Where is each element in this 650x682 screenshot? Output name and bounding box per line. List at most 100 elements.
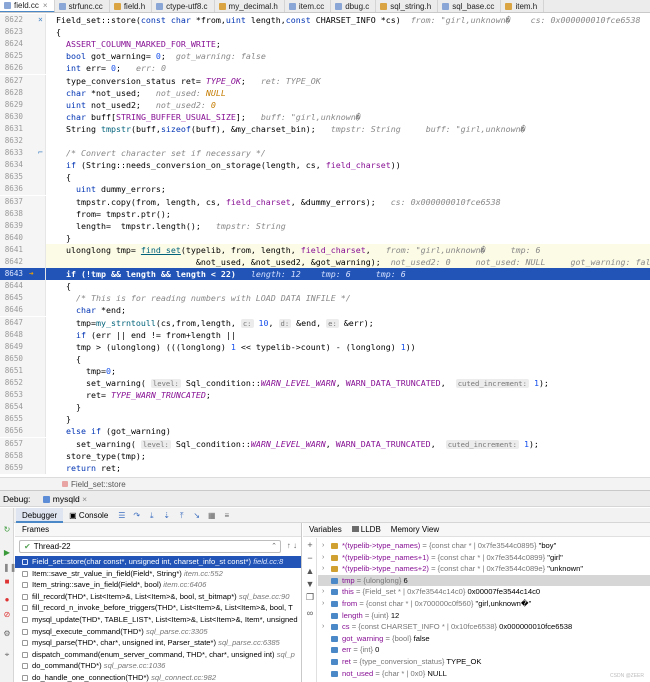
code-line[interactable]: 8655 } — [0, 413, 650, 426]
evaluate-expression-icon[interactable]: ▦ — [207, 511, 216, 520]
force-step-into-icon[interactable]: ⇣ — [162, 511, 171, 520]
variable-row[interactable]: › *(typelib->type_names+2) = {const char … — [318, 563, 650, 575]
variable-row[interactable]: err = {int} 0 — [318, 644, 650, 656]
expand-chevron-icon[interactable]: › — [322, 586, 324, 598]
tab-field-cc[interactable]: field.cc × — [0, 0, 55, 12]
frame-nav-buttons[interactable]: ↑ ↓ — [287, 541, 297, 550]
lldb-tab[interactable]: LLDB — [351, 523, 381, 536]
memory-view-tab[interactable]: Memory View — [391, 523, 439, 536]
code-line[interactable]: 8648 if (err || end != from+length || — [0, 328, 650, 341]
tab-sql-base-cc[interactable]: sql_base.cc — [438, 0, 502, 12]
run-to-cursor-icon[interactable]: ↘ — [192, 511, 201, 520]
code-line[interactable]: 8646 char *end; — [0, 304, 650, 317]
code-line[interactable]: 8623 { — [0, 26, 650, 39]
rerun-icon[interactable]: ↻ — [3, 526, 11, 534]
code-line[interactable]: 8631 String tmpstr(buff,sizeof(buff), &m… — [0, 122, 650, 135]
code-line[interactable]: 8627 type_conversion_status ret= TYPE_OK… — [0, 74, 650, 87]
settings-icon[interactable]: ⚙ — [3, 630, 11, 638]
settings-list-icon[interactable]: ≡ — [222, 511, 231, 520]
expand-chevron-icon[interactable]: › — [322, 552, 324, 564]
tab-my-decimal-h[interactable]: my_decimal.h — [215, 0, 285, 12]
tab-dbug-c[interactable]: dbug.c — [331, 0, 377, 12]
tab-console[interactable]: ▣ Console — [63, 508, 114, 523]
code-line[interactable]: 8634 if (String::needs_conversion_on_sto… — [0, 159, 650, 172]
tab-item-cc[interactable]: item.cc — [285, 0, 332, 12]
code-line[interactable]: 8658 store_type(tmp); — [0, 449, 650, 462]
step-into-icon[interactable]: ⤓ — [147, 511, 156, 520]
code-line[interactable]: 8649 tmp > (ulonglong) (((longlong) 1 <<… — [0, 340, 650, 353]
code-line[interactable]: 8632 — [0, 135, 650, 148]
variable-row[interactable]: › *(typelib->type_names) = {const char * … — [318, 540, 650, 552]
expand-chevron-icon[interactable]: › — [322, 540, 324, 552]
show-execution-point-icon[interactable]: ☰ — [117, 511, 126, 520]
code-line[interactable]: 8629 uint not_used2; not_used2: 0 — [0, 98, 650, 111]
code-line[interactable]: 8637 tmpstr.copy(from, length, cs, field… — [0, 195, 650, 208]
stack-frame[interactable]: mysql_parse(THD*, char*, unsigned int, P… — [15, 637, 301, 649]
variable-row[interactable]: › cs = {const CHARSET_INFO * | 0x10fce653… — [318, 621, 650, 633]
copy-icon[interactable]: ❐ — [305, 592, 315, 603]
step-over-icon[interactable]: ↷ — [132, 511, 141, 520]
code-line[interactable]: 8640 } — [0, 231, 650, 244]
code-line[interactable]: 8628 char *not_used; not_used: NULL — [0, 86, 650, 99]
pin-icon[interactable]: ⌖ — [3, 651, 11, 659]
move-up-icon[interactable]: ▲ — [305, 566, 315, 576]
code-line[interactable]: 8656 else if (got_warning) — [0, 425, 650, 438]
code-line[interactable]: 8639 length= tmpstr.length(); tmpstr: St… — [0, 219, 650, 232]
code-line[interactable]: 8659 return ret; — [0, 461, 650, 474]
code-line[interactable]: 8635 { — [0, 171, 650, 184]
gutter-mark-icon[interactable]: ⌐ — [38, 147, 43, 159]
variable-row[interactable]: not_used = {char * | 0x0} NULL — [318, 668, 650, 680]
code-line[interactable]: 8654 } — [0, 401, 650, 414]
variable-row[interactable]: length = {uint} 12 — [318, 610, 650, 622]
code-line[interactable]: 8642 &not_used, &not_used2, &got_warning… — [0, 256, 650, 269]
expand-chevron-icon[interactable]: › — [322, 598, 324, 610]
stack-frame[interactable]: do_command(THD*) sql_parse.cc:1036 — [15, 660, 301, 672]
code-line[interactable]: 8650 { — [0, 352, 650, 365]
code-editor[interactable]: 8622 × Field_set::store(const char *from,u… — [0, 14, 650, 476]
stack-frame[interactable]: fill_record(THD*, List<Item>&, List<Item… — [15, 591, 301, 603]
code-line[interactable]: 8645 /* This is for reading numbers with… — [0, 292, 650, 305]
resume-icon[interactable]: ▶ — [3, 549, 11, 557]
code-line[interactable]: 8638 from= tmpstr.ptr(); — [0, 207, 650, 220]
expand-chevron-icon[interactable]: › — [322, 563, 324, 575]
tab-ctype-utf8-c[interactable]: ctype-utf8.c — [152, 0, 215, 12]
add-watch-icon[interactable]: + — [305, 540, 315, 550]
stack-frame[interactable]: mysql_update(THD*, TABLE_LIST*, List<Ite… — [15, 614, 301, 626]
move-down-icon[interactable]: ▼ — [305, 579, 315, 589]
tab-debugger[interactable]: Debugger — [16, 507, 64, 523]
step-out-icon[interactable]: ⤒ — [177, 511, 186, 520]
close-icon[interactable]: × — [43, 1, 48, 10]
code-line[interactable]: 8652 set_warning( level: Sql_condition::… — [0, 377, 650, 390]
code-line[interactable]: 8653 ret= TYPE_WARN_TRUNCATED; — [0, 389, 650, 402]
breadcrumb[interactable]: Field_set::store — [0, 477, 650, 490]
code-line[interactable]: 8624 ASSERT_COLUMN_MARKED_FOR_WRITE; — [0, 38, 650, 51]
tab-strfunc-cc[interactable]: strfunc.cc — [55, 0, 110, 12]
stack-frame[interactable]: mysql_execute_command(THD*) sql_parse.cc… — [15, 626, 301, 638]
pause-icon[interactable]: ❚❚ — [3, 564, 16, 572]
code-line[interactable]: 8636 uint dummy_errors; — [0, 183, 650, 196]
mute-breakpoints-icon[interactable]: ⊘ — [3, 611, 11, 619]
stack-frame[interactable]: Field_set::store(char const*, unsigned i… — [15, 556, 301, 568]
view-breakpoints-icon[interactable]: ● — [3, 596, 11, 604]
code-line[interactable]: 8633 ⌐ /* Convert character set if necess… — [0, 147, 650, 160]
variable-row[interactable]: › *(typelib->type_names+1) = {const char … — [318, 552, 650, 564]
code-line[interactable]: 8657 set_warning( level: Sql_condition::… — [0, 437, 650, 450]
stack-frame[interactable]: Item_string::save_in_field(Field*, bool)… — [15, 579, 301, 591]
variable-row[interactable]: › this = {Field_set * | 0x7fe3544c14c0} 0… — [318, 586, 650, 598]
debug-session-tab[interactable]: mysqld × — [42, 494, 87, 504]
code-line[interactable]: 8641 ulonglong tmp= find_set(typelib, fr… — [0, 243, 650, 256]
code-line[interactable]: 8651 tmp=0; — [0, 364, 650, 377]
stop-icon[interactable]: ■ — [3, 578, 11, 586]
remove-watch-icon[interactable]: − — [305, 553, 315, 563]
variable-row[interactable]: tmp = {ulonglong} 6 — [318, 574, 650, 587]
variable-row[interactable]: › from = {const char * | 0x700000c0f560} … — [318, 598, 650, 610]
expand-chevron-icon[interactable]: › — [322, 621, 324, 633]
code-line[interactable]: 8625 bool got_warning= 0; got_warning: f… — [0, 50, 650, 63]
tab-sql-string-h[interactable]: sql_string.h — [376, 0, 439, 12]
tab-item-h[interactable]: item.h — [501, 0, 545, 12]
stack-frame[interactable]: do_handle_one_connection(THD*) sql_conne… — [15, 672, 301, 682]
variables-tab[interactable]: Variables — [309, 523, 342, 536]
thread-selector[interactable]: ✔ Thread-22 ⌃ — [19, 540, 281, 553]
stack-frame[interactable]: dispatch_command(enum_server_command, TH… — [15, 649, 301, 661]
stack-frame[interactable]: Item::save_str_value_in_field(Field*, St… — [15, 568, 301, 580]
